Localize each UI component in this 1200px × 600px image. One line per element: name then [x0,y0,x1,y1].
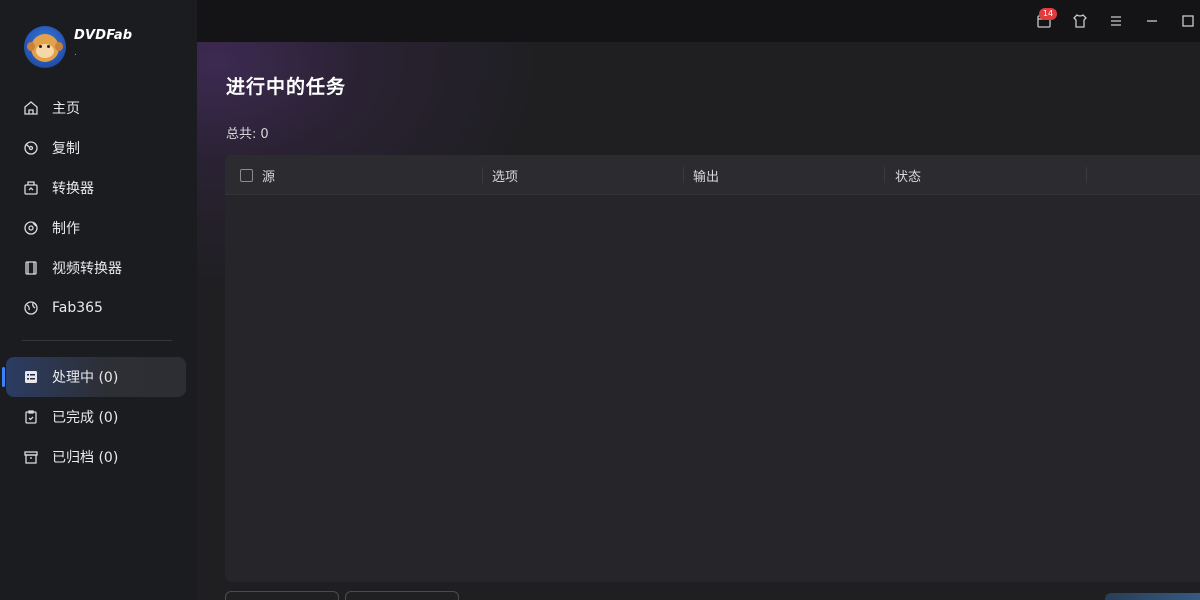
archive-box-icon [22,448,40,466]
column-divider[interactable] [1086,167,1087,183]
film-icon [22,259,40,277]
skin-button[interactable] [1070,11,1090,31]
sidebar-item-converter[interactable]: 转换器 [6,168,186,208]
task-nav: 处理中 (0) 已完成 (0) 已归档 (0) [2,357,186,477]
main-content: 进行中的任务 总共: 0 源 选项 输出 状态 [197,42,1200,600]
monkey-logo-icon [24,26,66,68]
minimize-icon [1147,20,1157,22]
maximize-button[interactable] [1178,11,1198,31]
start-button[interactable] [1105,593,1200,600]
minimize-button[interactable] [1142,11,1162,31]
logo-text: DVDFab [74,28,133,43]
sidebar: DVDFab . 主页 复制 转换器 制作 视频转换器 Fab365 处理中 (… [0,0,197,600]
total-label: 总共: [226,127,257,142]
processing-list-icon [22,368,40,386]
task-table: 源 选项 输出 状态 [225,155,1200,582]
home-icon [22,99,40,117]
bottom-action-button-1[interactable] [225,591,339,600]
menu-button[interactable] [1106,11,1126,31]
sidebar-item-label: 复制 [52,141,80,157]
menu-icon [1111,16,1121,26]
sidebar-item-label: 转换器 [52,181,94,197]
sidebar-item-home[interactable]: 主页 [6,88,186,128]
column-label: 输出 [693,169,720,185]
clipboard-check-icon [22,408,40,426]
shirt-skin-icon [1073,14,1087,28]
column-divider[interactable] [884,167,885,183]
notification-badge: 14 [1039,8,1057,20]
column-source: 源 [240,155,275,195]
sidebar-item-creator[interactable]: 制作 [6,208,186,248]
total-value: 0 [260,127,269,142]
column-status: 状态 [895,155,921,195]
maximize-icon [1182,15,1194,27]
sidebar-item-label: 制作 [52,221,80,237]
creator-disc-icon [22,219,40,237]
task-total: 总共: 0 [226,123,269,142]
globe-icon [22,299,40,317]
sidebar-divider [22,340,172,341]
column-divider[interactable] [683,167,684,183]
converter-icon [22,179,40,197]
column-divider[interactable] [482,167,483,183]
column-label: 选项 [492,169,519,185]
column-output: 输出 [693,155,719,195]
app-logo[interactable]: DVDFab . [24,26,194,70]
sidebar-item-video-converter[interactable]: 视频转换器 [6,248,186,288]
sidebar-item-copy[interactable]: 复制 [6,128,186,168]
sidebar-item-archived[interactable]: 已归档 (0) [6,437,186,477]
sidebar-item-label: Fab365 [52,300,103,316]
sidebar-item-label: 主页 [52,101,80,117]
page-title: 进行中的任务 [226,76,347,98]
sidebar-item-label: 处理中 (0) [52,370,119,386]
sidebar-item-completed[interactable]: 已完成 (0) [6,397,186,437]
sidebar-item-label: 已完成 (0) [52,410,119,426]
column-options: 选项 [492,155,518,195]
column-label: 状态 [895,169,922,185]
copy-disc-icon [22,139,40,157]
sidebar-item-fab365[interactable]: Fab365 [6,288,186,328]
main-nav: 主页 复制 转换器 制作 视频转换器 Fab365 [6,88,186,328]
logo-subtext: . [74,48,77,58]
sidebar-item-label: 视频转换器 [52,261,122,277]
select-all-checkbox[interactable] [240,168,253,182]
column-label: 源 [262,169,276,185]
sidebar-item-processing[interactable]: 处理中 (0) [2,357,186,397]
bottom-action-button-2[interactable] [345,591,459,600]
sidebar-item-label: 已归档 (0) [52,450,119,466]
table-header: 源 选项 输出 状态 [225,155,1200,195]
